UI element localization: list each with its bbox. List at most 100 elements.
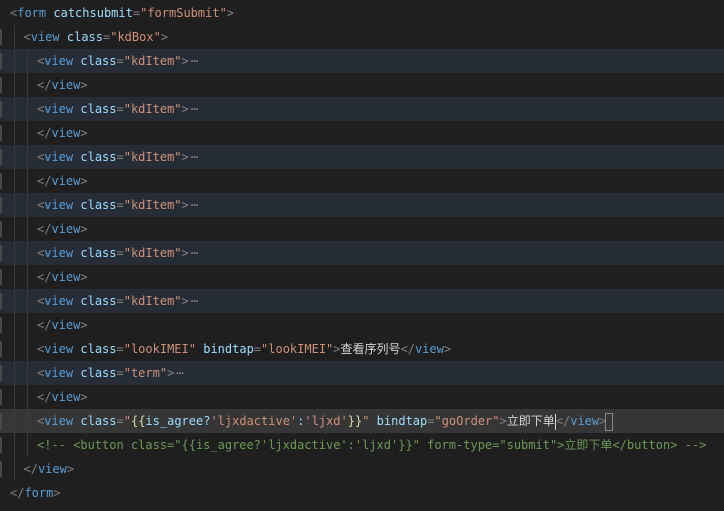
code-token: "kdBox" [110,30,161,44]
indent-guide [13,385,15,409]
code-token: > [80,126,88,140]
code-token: class [66,30,103,44]
indent-guide [13,193,15,217]
code-token: "kdItem" [123,294,182,308]
code-text: <view class="{{is_agree?'ljxdactive':'lj… [37,409,614,433]
code-token: = [116,366,124,380]
gutter-indicator [0,317,2,333]
code-token: 'ljxd' [304,414,348,428]
code-token: > [80,78,88,92]
indent-guide [13,25,15,49]
code-token: view [51,174,81,188]
code-line[interactable]: <view class="lookIMEI" bindtap="lookIMEI… [0,337,724,361]
code-token: </ [37,222,52,236]
code-token: = [116,414,124,428]
code-token: = [116,102,124,116]
code-token: </ [37,390,52,404]
code-line[interactable]: </view> [0,121,724,145]
gutter-indicator [0,101,2,117]
fold-ellipsis-icon[interactable]: ⋯ [174,366,183,380]
code-token: view [44,366,74,380]
code-line[interactable]: </view> [0,73,724,97]
code-line[interactable]: </view> [0,313,724,337]
gutter-indicator [0,53,2,69]
code-token: > [181,198,189,212]
code-token: </ [555,414,571,428]
code-token: = [132,6,141,20]
code-token: </ [23,462,38,476]
code-text: </view> [24,457,75,481]
code-token: </ [400,342,415,356]
code-token: bindtap [203,342,254,356]
code-text: </view> [37,217,88,241]
code-line[interactable]: </form> [0,481,724,505]
code-line[interactable]: </view> [0,385,724,409]
code-token: form [24,486,54,500]
code-line[interactable]: </view> [0,457,724,481]
code-line[interactable]: <view class="kdItem"> ⋯ [0,97,724,121]
code-text: </view> [37,385,88,409]
code-line[interactable]: <view class="kdItem"> ⋯ [0,193,724,217]
code-text: </view> [37,169,88,193]
code-line[interactable]: </view> [0,217,724,241]
code-text: </form> [10,481,61,505]
code-token: 'ljxdactive' [210,414,298,428]
gutter-indicator [0,461,2,477]
code-line[interactable]: <view class="kdItem"> ⋯ [0,145,724,169]
code-token: > [181,150,189,164]
code-text: <view class="term"> ⋯ [37,361,184,385]
indent-guide [27,289,28,313]
code-line[interactable]: <view class="kdItem"> ⋯ [0,49,724,73]
indent-guide [13,433,15,457]
code-line[interactable]: </view> [0,265,724,289]
gutter-indicator [0,245,2,261]
code-token: form [17,6,47,20]
code-token: class [80,102,117,116]
bracket-match-indicator: ​ [605,412,614,431]
code-line[interactable]: <view class="kdItem"> ⋯ [0,289,724,313]
code-token: > [80,270,88,284]
code-token: view [44,54,74,68]
code-token: view [51,390,81,404]
code-text: <view class="kdItem"> ⋯ [37,97,198,121]
code-token: = [253,342,262,356]
fold-ellipsis-icon[interactable]: ⋯ [189,198,198,212]
code-line[interactable]: <view class="kdBox"> [0,25,724,49]
indent-guide [27,313,28,337]
code-line[interactable]: <view class="term"> ⋯ [0,361,724,385]
indent-guide [27,217,28,241]
code-token: class [80,342,117,356]
fold-ellipsis-icon[interactable]: ⋯ [189,102,198,116]
code-token: 查看序列号 [340,342,401,356]
code-text: <form catchsubmit="formSubmit"> [10,1,234,25]
fold-ellipsis-icon[interactable]: ⋯ [189,54,198,68]
code-token: > [160,30,169,44]
code-token: 立即下单 [506,414,555,428]
code-token: = [116,198,124,212]
gutter-indicator [0,341,2,357]
fold-ellipsis-icon[interactable]: ⋯ [189,294,198,308]
indent-guide [13,337,15,361]
code-token: class [80,150,117,164]
fold-ellipsis-icon[interactable]: ⋯ [189,246,198,260]
code-token: = [116,54,124,68]
code-text: <view class="kdItem"> ⋯ [37,289,198,313]
code-line[interactable]: <form catchsubmit="formSubmit"> [0,1,724,25]
code-token: catchsubmit [53,6,133,20]
code-token: > [80,390,88,404]
indent-guide [13,313,15,337]
indent-guide [27,49,28,73]
code-editor[interactable]: <form catchsubmit="formSubmit"> <view cla… [0,0,724,511]
gutter-indicator [0,389,2,405]
code-line[interactable]: <view class="kdItem"> ⋯ [0,241,724,265]
code-line[interactable]: </view> [0,169,724,193]
gutter-indicator [0,293,2,309]
fold-ellipsis-icon[interactable]: ⋯ [189,150,198,164]
code-text: <view class="kdItem"> ⋯ [37,49,198,73]
code-line[interactable]: <view class="{{is_agree?'ljxdactive':'lj… [0,409,724,433]
indent-guide [27,361,28,385]
indent-guide [27,73,28,97]
code-text: <view class="kdItem"> ⋯ [37,241,198,265]
code-line[interactable]: <!-- <button class="{{is_agree?'ljxdacti… [0,433,724,457]
gutter-indicator [0,197,2,213]
